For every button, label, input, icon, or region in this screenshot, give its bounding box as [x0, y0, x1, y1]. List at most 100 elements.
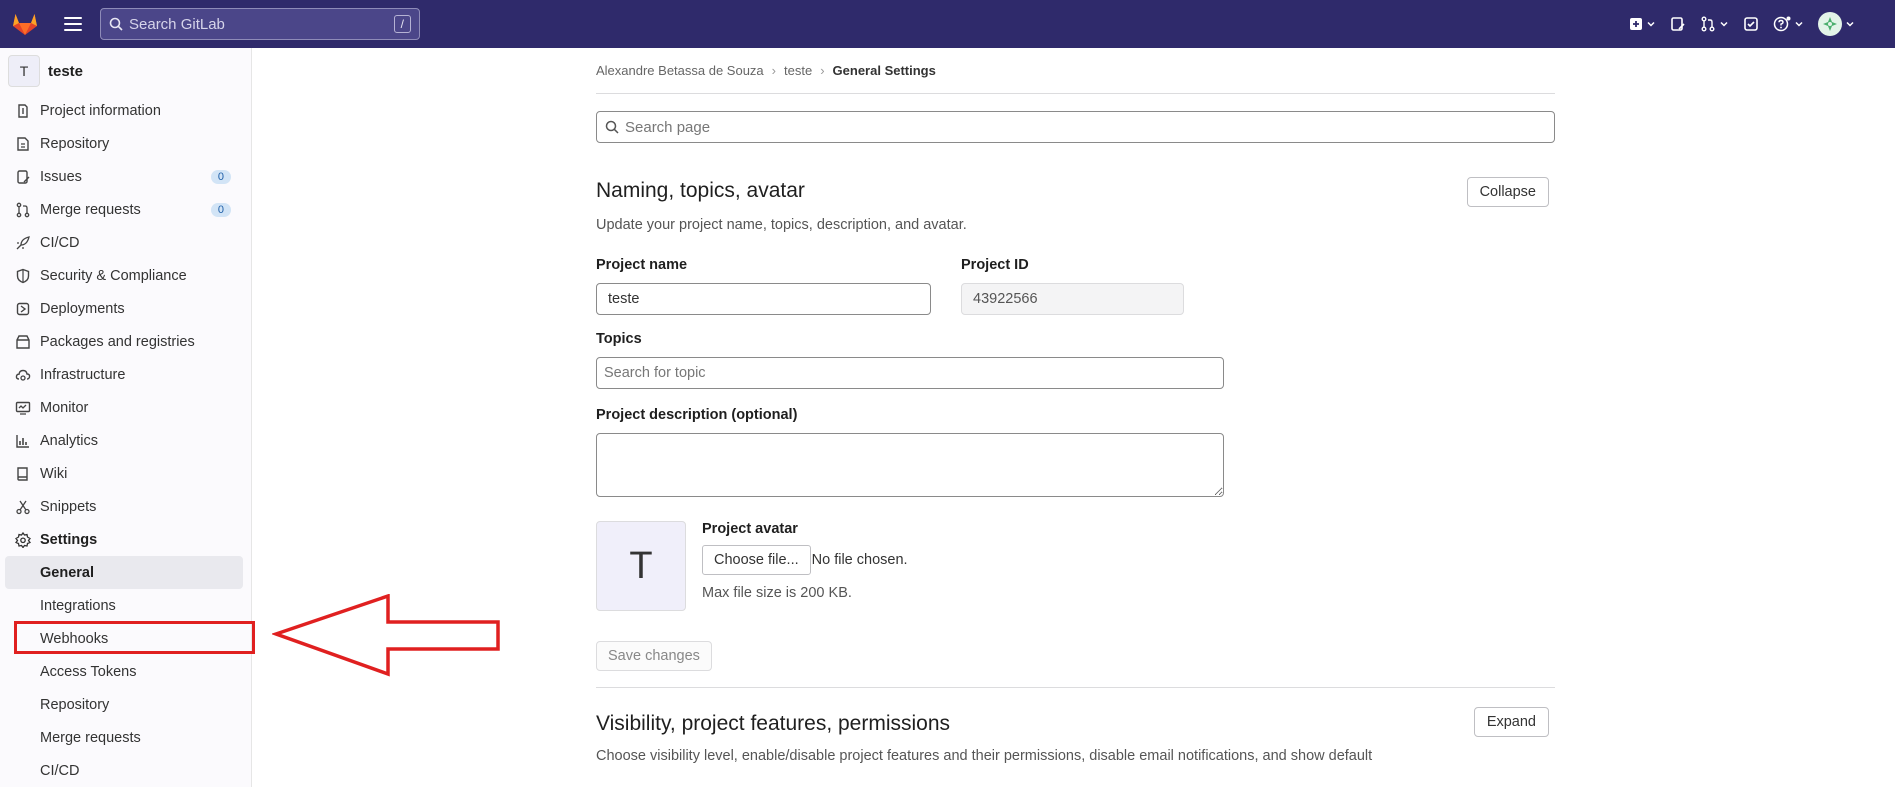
project-avatar-preview: T [596, 521, 686, 611]
sidebar-item-monitor[interactable]: Monitor [0, 391, 251, 424]
user-avatar [1818, 12, 1842, 36]
chevron-right-icon: › [771, 63, 777, 78]
sidebar-item-deployments[interactable]: Deployments [0, 292, 251, 325]
chevron-down-icon [1846, 21, 1854, 27]
sidebar-item-label: Wiki [40, 465, 68, 482]
sidebar-project-header[interactable]: T teste [0, 48, 251, 94]
chevron-down-icon [1720, 21, 1728, 27]
package-icon [14, 333, 32, 351]
sidebar-item-issues[interactable]: Issues 0 [0, 160, 251, 193]
issues-count-badge: 0 [210, 169, 231, 184]
topics-placeholder: Search for topic [604, 365, 706, 381]
settings-sub-integrations[interactable]: Integrations [5, 589, 243, 622]
breadcrumb-current[interactable]: General Settings [833, 63, 936, 78]
info-doc-icon [14, 102, 32, 120]
section-divider [596, 687, 1555, 688]
sidebar-item-analytics[interactable]: Analytics [0, 424, 251, 457]
plus-square-icon [1630, 18, 1642, 30]
search-page-placeholder: Search page [625, 118, 711, 136]
breadcrumb-item[interactable]: teste [784, 63, 812, 78]
issues-icon [1671, 17, 1685, 31]
settings-sub-ci-cd[interactable]: CI/CD [5, 754, 243, 787]
sidebar-item-infrastructure[interactable]: Infrastructure [0, 358, 251, 391]
issues-icon [14, 168, 32, 186]
sidebar-item-label: Project information [40, 102, 161, 119]
search-input[interactable]: Search GitLab / [100, 8, 420, 40]
sidebar-item-label: Repository [40, 135, 110, 152]
user-menu-dropdown[interactable] [1818, 12, 1855, 36]
create-new-dropdown[interactable] [1629, 17, 1656, 31]
search-page-input[interactable]: Search page [596, 111, 1555, 143]
merge-request-icon [14, 201, 32, 219]
chevron-down-icon [1647, 21, 1655, 27]
sidebar-item-label: Deployments [40, 300, 125, 317]
issues-shortcut[interactable] [1670, 16, 1686, 32]
doc-code-icon [14, 135, 32, 153]
book-icon [14, 465, 32, 483]
project-name: teste [48, 62, 84, 80]
settings-sub-access-tokens[interactable]: Access Tokens [5, 655, 243, 688]
gitlab-logo-icon[interactable] [11, 10, 39, 38]
sidebar-item-repository[interactable]: Repository [0, 127, 251, 160]
identicon-icon [1823, 17, 1837, 31]
breadcrumb-item[interactable]: Alexandre Betassa de Souza [596, 63, 764, 78]
chart-icon [14, 432, 32, 450]
search-placeholder: Search GitLab [129, 15, 225, 33]
project-id-label: Project ID [961, 257, 1029, 273]
project-id-field[interactable]: 43922566 [961, 283, 1184, 315]
main-content: Alexandre Betassa de Souza › teste › Gen… [596, 48, 1555, 764]
merge-request-icon [1701, 16, 1715, 32]
expand-button[interactable]: Expand [1473, 707, 1549, 737]
scissors-icon [14, 498, 32, 516]
collapse-button[interactable]: Collapse [1466, 177, 1549, 207]
annotation-arrow-icon [272, 594, 500, 677]
project-name-label: Project name [596, 257, 688, 273]
monitor-icon [14, 399, 32, 417]
naming-section: Naming, topics, avatar Collapse Update y… [596, 177, 1555, 671]
sidebar-item-label: Settings [40, 531, 98, 548]
sidebar-item-project-information[interactable]: Project information [0, 94, 251, 127]
sidebar-item-label: Security & Compliance [40, 267, 187, 284]
breadcrumb: Alexandre Betassa de Souza › teste › Gen… [596, 48, 1555, 94]
visibility-section: Visibility, project features, permission… [596, 707, 1555, 764]
project-name-input[interactable]: teste [596, 283, 931, 315]
save-changes-button[interactable]: Save changes [596, 641, 712, 671]
search-shortcut-badge: / [393, 15, 411, 33]
merge-requests-dropdown[interactable] [1700, 16, 1729, 32]
sidebar-item-ci-cd[interactable]: CI/CD [0, 226, 251, 259]
sidebar-item-label: Infrastructure [40, 366, 126, 383]
avatar-label: Project avatar [702, 521, 798, 537]
sidebar-item-settings[interactable]: Settings [0, 523, 251, 556]
search-icon [109, 17, 123, 31]
sidebar-item-label: Packages and registries [40, 333, 195, 350]
search-icon [605, 120, 619, 134]
max-file-size-text: Max file size is 200 KB. [702, 585, 852, 601]
choose-file-button[interactable]: Choose file... [702, 545, 811, 575]
sidebar-item-merge-requests[interactable]: Merge requests 0 [0, 193, 251, 226]
sidebar-item-packages-registries[interactable]: Packages and registries [0, 325, 251, 358]
section-title: Visibility, project features, permission… [596, 712, 951, 735]
sidebar: T teste Project information Repository I… [0, 48, 252, 787]
settings-sub-general[interactable]: General [5, 556, 243, 589]
help-dropdown[interactable] [1773, 16, 1804, 32]
menu-icon[interactable] [64, 17, 82, 31]
sidebar-item-label: Analytics [40, 432, 99, 449]
top-bar: Search GitLab / [0, 0, 1895, 48]
shield-icon [14, 267, 32, 285]
todos-shortcut[interactable] [1743, 16, 1759, 32]
sidebar-item-snippets[interactable]: Snippets [0, 490, 251, 523]
gear-icon [14, 531, 32, 549]
sidebar-item-label: Merge requests [40, 201, 141, 218]
settings-sub-merge-requests[interactable]: Merge requests [5, 721, 243, 754]
settings-sub-repository[interactable]: Repository [5, 688, 243, 721]
webhooks-highlight-box [14, 621, 255, 654]
sidebar-item-security-compliance[interactable]: Security & Compliance [0, 259, 251, 292]
chevron-right-icon: › [820, 63, 825, 78]
description-textarea[interactable] [596, 433, 1224, 497]
todo-check-icon [1744, 17, 1758, 31]
section-description: Choose visibility level, enable/disable … [596, 748, 1373, 764]
sidebar-item-label: Monitor [40, 399, 89, 416]
cloud-gear-icon [14, 366, 32, 384]
topics-input[interactable]: Search for topic [596, 357, 1224, 389]
sidebar-item-wiki[interactable]: Wiki [0, 457, 251, 490]
